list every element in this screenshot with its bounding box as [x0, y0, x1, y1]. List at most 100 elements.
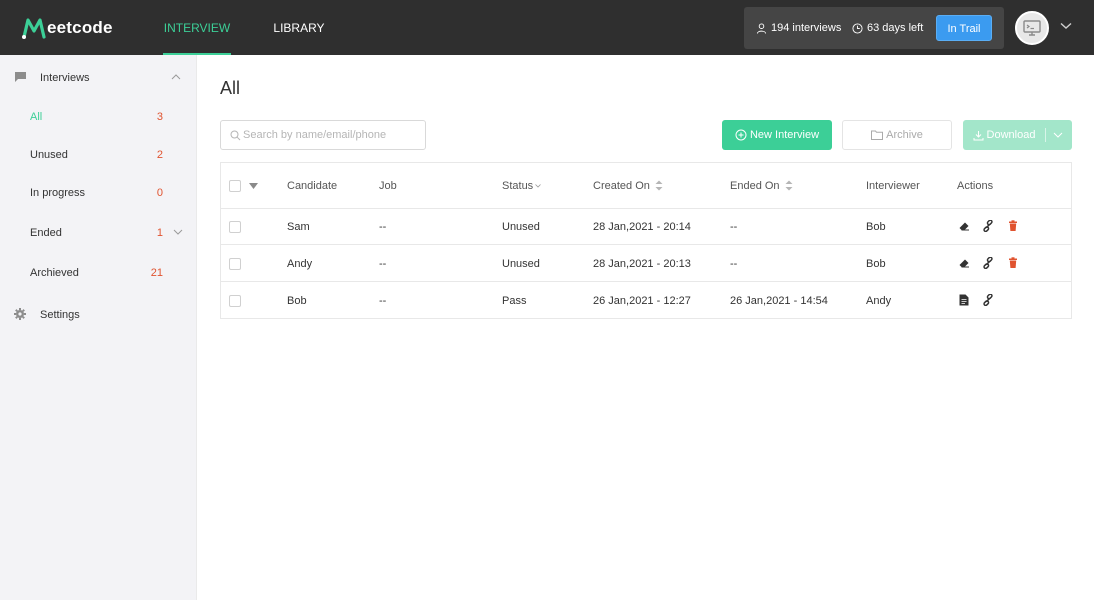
sidebar-item-label: Ended: [30, 227, 62, 239]
sidebar-group-label: Interviews: [40, 72, 90, 84]
table-header: Candidate Job Status Created On Ended On…: [221, 163, 1071, 209]
cell-job: --: [379, 220, 387, 233]
table-row: Andy -- Unused 28 Jan,2021 - 20:13 -- Bo…: [221, 246, 1071, 282]
sidebar-item-label: All: [30, 111, 43, 123]
cell-status: Unused: [502, 220, 540, 233]
sidebar-item-all[interactable]: All 3: [0, 107, 197, 127]
days-left-stat: 63 days left: [852, 21, 923, 35]
column-header-candidate: Candidate: [287, 179, 338, 192]
cell-interviewer: Bob: [866, 257, 886, 270]
sidebar-item-unused[interactable]: Unused 2: [0, 145, 197, 165]
select-all-checkbox[interactable]: [229, 179, 241, 192]
new-interview-button[interactable]: New Interview: [722, 120, 832, 150]
trash-icon[interactable]: [1008, 220, 1018, 232]
row-checkbox-cell: [229, 283, 241, 319]
sidebar-item-count: 3: [156, 111, 163, 123]
download-main-button[interactable]: Download: [963, 120, 1045, 150]
column-header-status-label: Status: [502, 179, 534, 192]
page-title: All: [220, 78, 241, 98]
cell-status: Pass: [502, 295, 527, 307]
caret-down-icon[interactable]: [249, 182, 258, 189]
chevron-down-icon: [535, 183, 541, 188]
select-all-checkbox-cell: [229, 163, 258, 208]
search-box[interactable]: [220, 120, 426, 150]
days-left: 63 days left: [867, 22, 924, 34]
row-checkbox-cell: [229, 246, 241, 281]
gear-icon: [14, 308, 26, 320]
download-button[interactable]: Download: [963, 120, 1072, 150]
user-icon: [756, 22, 767, 34]
sidebar: Interviews All 3 Unused 2 In progress 0 …: [0, 55, 197, 600]
cell-job: --: [379, 257, 387, 270]
chevron-down-icon[interactable]: [173, 229, 183, 236]
link-icon[interactable]: [982, 294, 994, 306]
cell-candidate: Andy: [287, 257, 313, 270]
sidebar-group-interviews[interactable]: Interviews: [0, 68, 197, 88]
cell-candidate: Sam: [287, 220, 310, 233]
row-checkbox[interactable]: [229, 257, 241, 270]
download-icon: [973, 130, 984, 140]
logo-text: eetcode: [47, 18, 113, 37]
column-header-created-on[interactable]: Created On: [593, 163, 663, 208]
sort-icon: [785, 180, 793, 191]
in-trail-button[interactable]: In Trail: [936, 15, 992, 41]
interviews-table: Candidate Job Status Created On Ended On…: [220, 162, 1072, 319]
chat-icon: [15, 72, 26, 82]
cell-created-on: 28 Jan,2021 - 20:14: [593, 220, 691, 233]
trash-icon[interactable]: [1008, 257, 1018, 269]
archive-label: Archive: [886, 129, 923, 141]
folder-icon: [871, 130, 884, 140]
cell-ended-on: --: [730, 257, 738, 270]
archive-button[interactable]: Archive: [842, 120, 952, 150]
eraser-icon[interactable]: [958, 220, 970, 232]
download-label: Download: [986, 129, 1036, 141]
link-icon[interactable]: [982, 220, 994, 232]
sidebar-item-ended[interactable]: Ended 1: [0, 223, 197, 243]
sidebar-item-count: 0: [156, 187, 163, 199]
avatar[interactable]: [1015, 11, 1049, 45]
cell-ended-on: 26 Jan,2021 - 14:54: [730, 295, 828, 307]
chevron-down-icon: [1053, 132, 1062, 138]
column-header-ended-label: Ended On: [730, 179, 780, 192]
top-bar: eetcode INTERVIEW LIBRARY 194 interviews…: [0, 0, 1094, 55]
cell-interviewer: Bob: [866, 220, 886, 233]
sidebar-item-archieved[interactable]: Archieved 21: [0, 263, 197, 283]
sidebar-item-label: In progress: [30, 187, 86, 199]
cell-created-on: 28 Jan,2021 - 20:13: [593, 257, 691, 270]
interviews-count: 194 interviews: [771, 22, 842, 34]
tab-interview[interactable]: INTERVIEW: [163, 0, 231, 55]
cell-status: Unused: [502, 257, 540, 270]
chevron-up-icon[interactable]: [171, 73, 181, 80]
link-icon[interactable]: [982, 257, 994, 269]
chevron-down-icon[interactable]: [1060, 22, 1072, 30]
column-header-ended-on[interactable]: Ended On: [730, 163, 793, 208]
column-header-actions: Actions: [957, 179, 994, 192]
sidebar-group-settings[interactable]: Settings: [0, 305, 197, 325]
sidebar-group-label: Settings: [40, 309, 80, 321]
cell-candidate: Bob: [287, 295, 307, 307]
eraser-icon[interactable]: [958, 257, 970, 269]
row-checkbox-cell: [229, 209, 241, 244]
row-checkbox[interactable]: [229, 295, 241, 307]
row-checkbox[interactable]: [229, 220, 241, 233]
terminal-user-icon: [1023, 20, 1041, 36]
table-row: Sam -- Unused 28 Jan,2021 - 20:14 -- Bob: [221, 209, 1071, 245]
download-dropdown[interactable]: [1046, 120, 1072, 150]
plus-circle-icon: [735, 129, 747, 141]
cell-job: --: [379, 295, 387, 307]
sort-icon: [655, 180, 663, 191]
interviews-count-stat: 194 interviews: [756, 21, 841, 35]
column-header-status[interactable]: Status: [502, 163, 541, 208]
search-input[interactable]: [243, 121, 423, 149]
sidebar-item-count: 2: [156, 149, 163, 161]
sidebar-item-in-progress[interactable]: In progress 0: [0, 183, 197, 203]
cell-created-on: 26 Jan,2021 - 12:27: [593, 295, 691, 307]
logo[interactable]: eetcode: [22, 14, 113, 42]
search-icon: [230, 130, 241, 141]
tab-library[interactable]: LIBRARY: [270, 0, 328, 55]
document-icon[interactable]: [959, 294, 969, 306]
account-stats: 194 interviews 63 days left In Trail: [744, 7, 1004, 49]
cell-interviewer: Andy: [866, 295, 892, 307]
sidebar-item-label: Archieved: [30, 267, 79, 279]
logo-mark-icon: [22, 18, 46, 39]
